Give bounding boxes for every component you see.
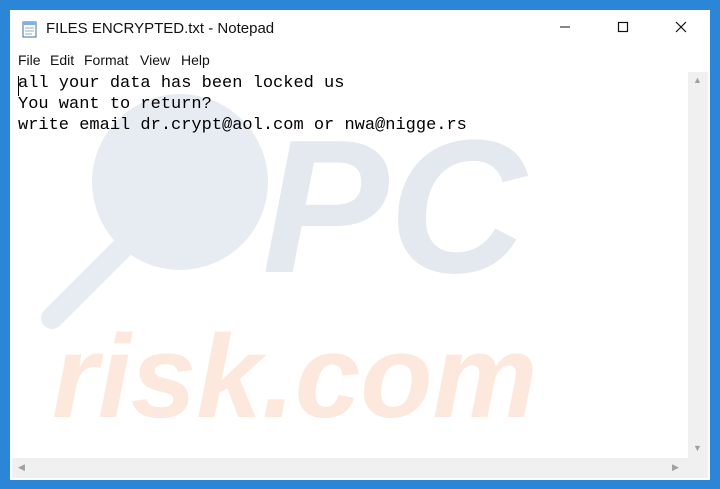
notepad-icon: [22, 20, 38, 38]
horizontal-scrollbar[interactable]: ◀ ▶: [12, 458, 688, 478]
watermark-text-bottom: risk.com: [52, 311, 537, 443]
menu-format[interactable]: Format: [84, 52, 128, 68]
text-line-1: all your data has been locked us: [18, 74, 345, 93]
text-editor[interactable]: PC risk.com all your data has been locke…: [12, 72, 688, 458]
maximize-icon: [617, 20, 629, 38]
maximize-button[interactable]: [594, 10, 652, 48]
menu-help[interactable]: Help: [181, 52, 210, 68]
close-button[interactable]: [652, 10, 710, 48]
menu-bar: File Edit Format View Help: [10, 48, 710, 71]
scrollbar-corner: [688, 458, 708, 478]
close-icon: [675, 20, 687, 38]
vertical-scrollbar[interactable]: ▲ ▼: [688, 72, 708, 458]
title-bar[interactable]: FILES ENCRYPTED.txt - Notepad: [10, 10, 710, 48]
scroll-right-icon[interactable]: ▶: [672, 463, 679, 472]
scroll-up-icon[interactable]: ▲: [693, 76, 702, 85]
notepad-window: FILES ENCRYPTED.txt - Notepad File Edit …: [10, 10, 710, 480]
scroll-left-icon[interactable]: ◀: [18, 463, 25, 472]
minimize-button[interactable]: [536, 10, 594, 48]
menu-view[interactable]: View: [140, 52, 170, 68]
minimize-icon: [559, 20, 571, 38]
scroll-down-icon[interactable]: ▼: [693, 444, 702, 453]
menu-file[interactable]: File: [18, 52, 41, 68]
text-line-2: You want to return?: [18, 95, 212, 114]
window-title: FILES ENCRYPTED.txt - Notepad: [46, 20, 275, 37]
menu-edit[interactable]: Edit: [50, 52, 74, 68]
text-line-3: write email dr.crypt@aol.com or nwa@nigg…: [18, 116, 467, 135]
